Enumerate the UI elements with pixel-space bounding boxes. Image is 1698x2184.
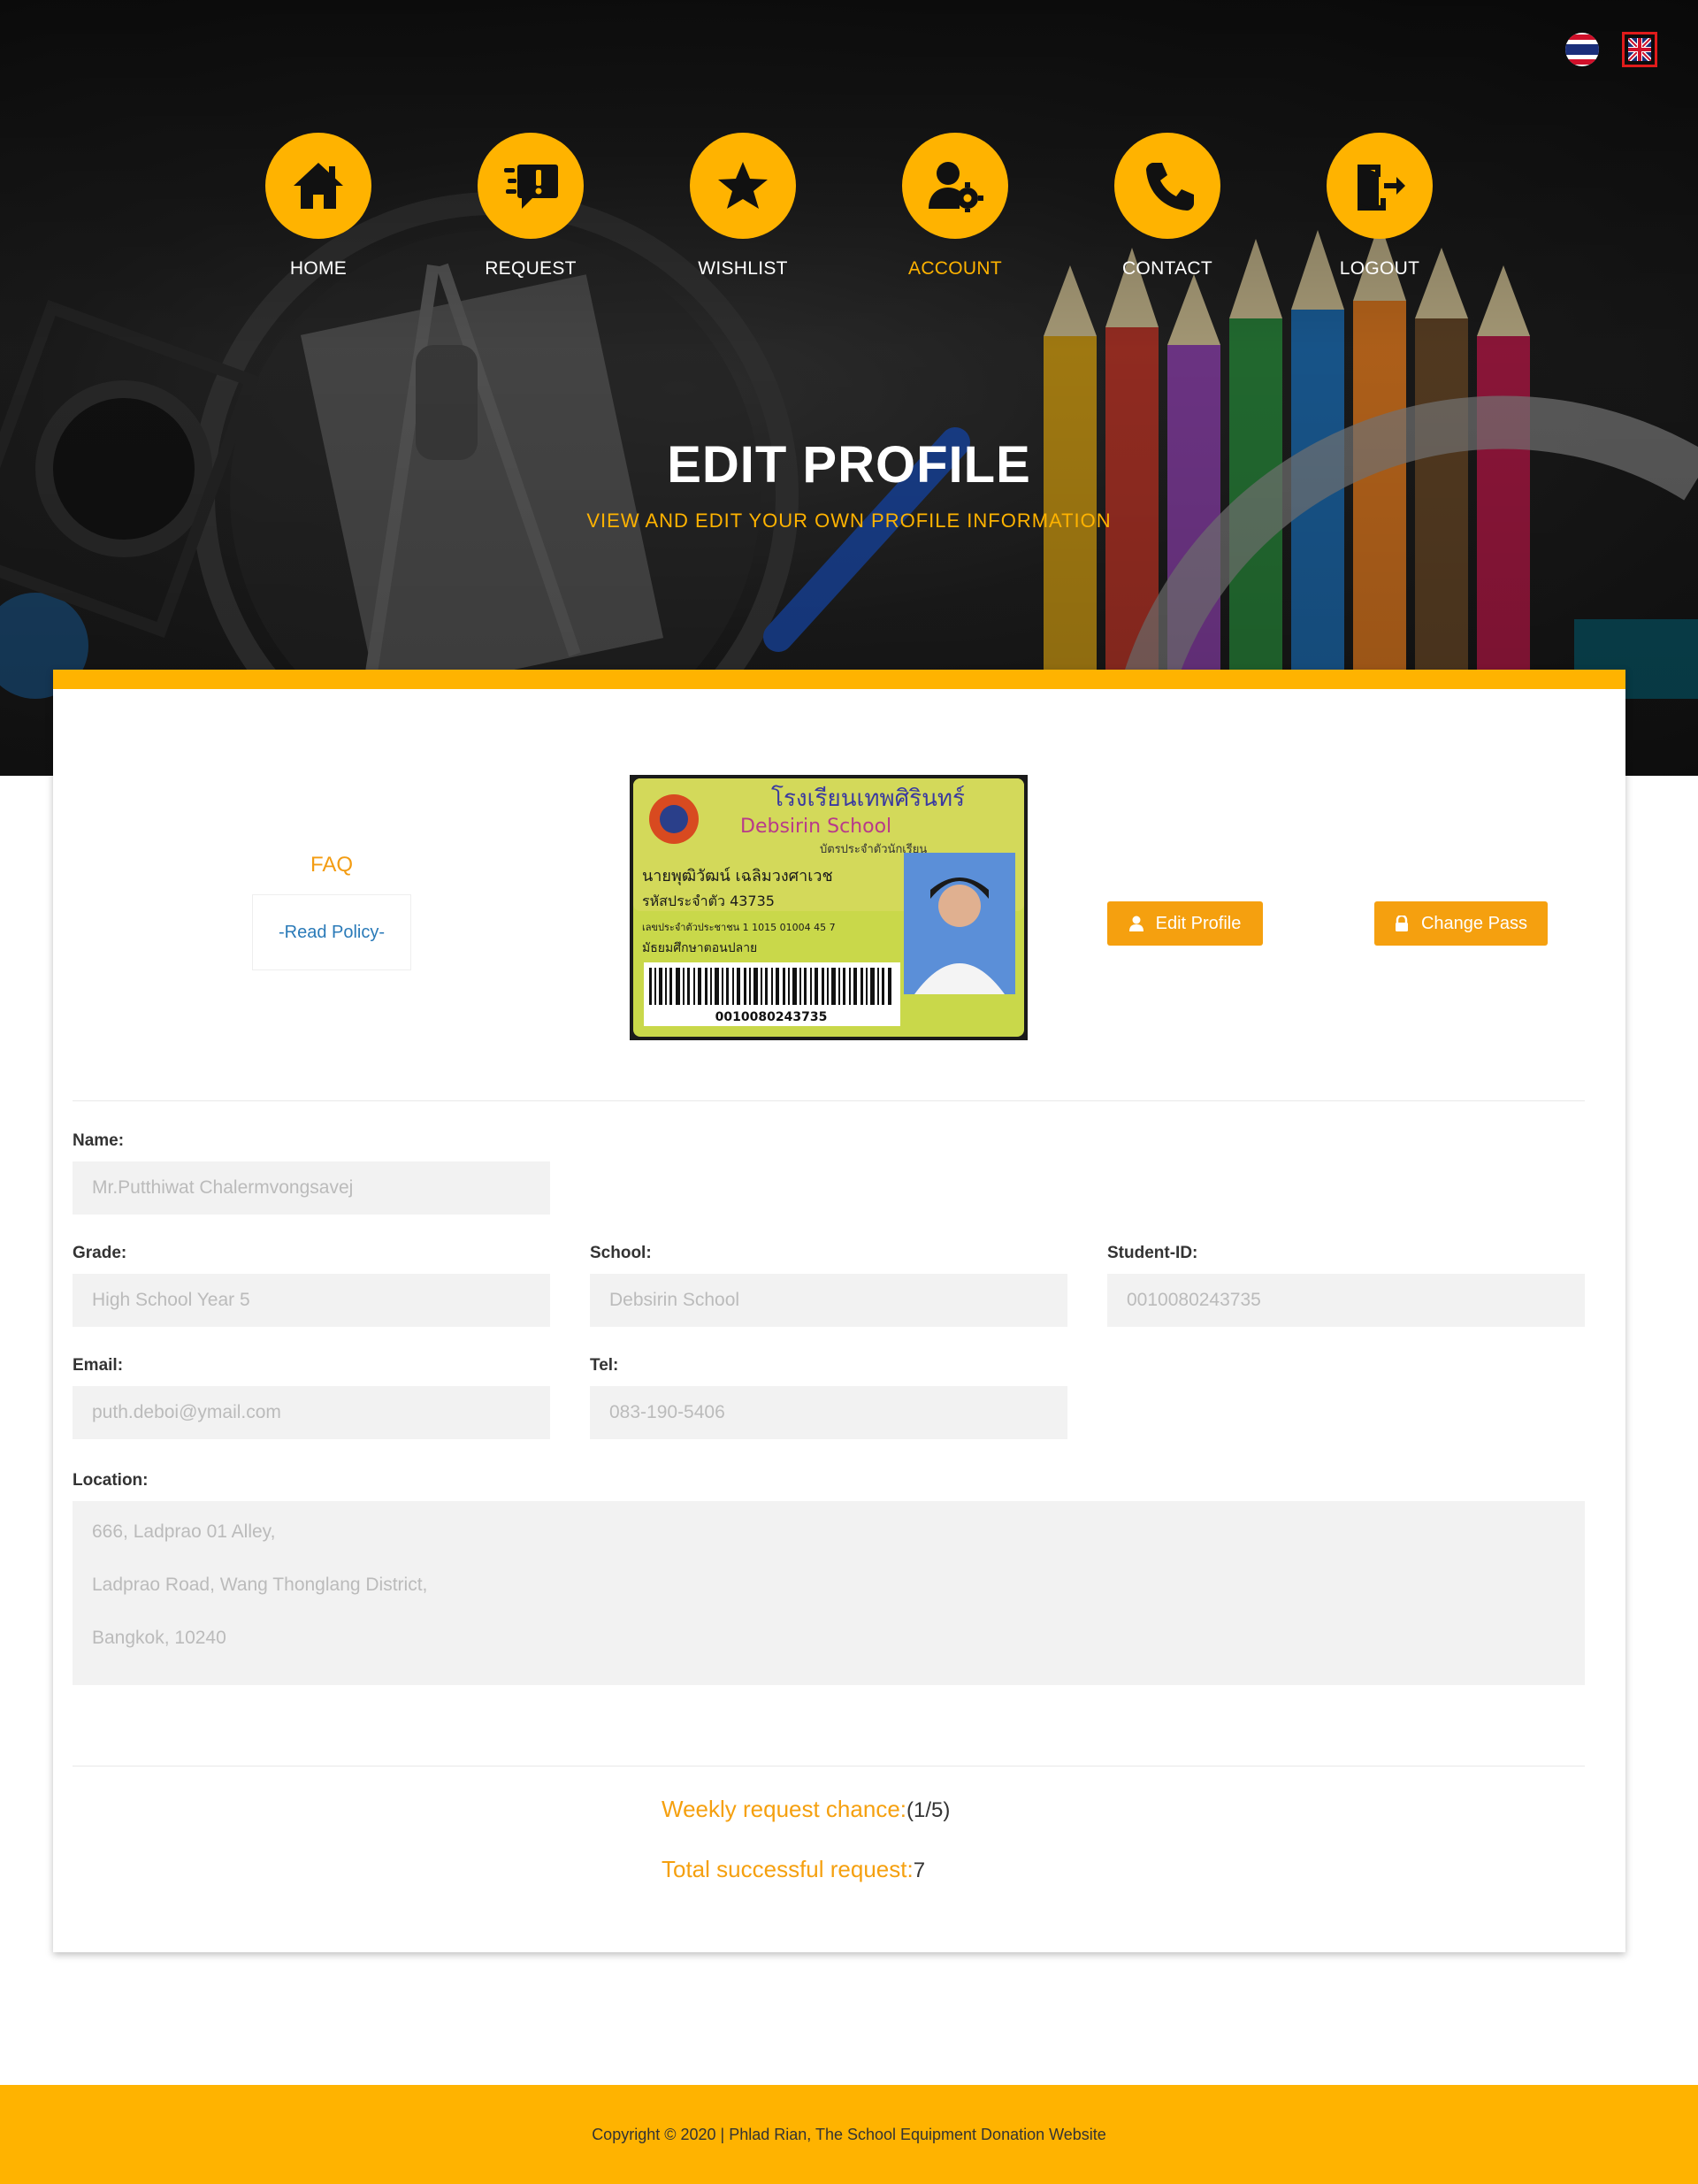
id-card-level: มัธยมศึกษาตอนปลาย [642, 941, 757, 955]
profile-card: FAQ -Read Policy- โรงเรียนเทพศิรินทร์ De… [53, 670, 1625, 1952]
nav-request[interactable]: REQUEST [442, 133, 619, 280]
id-card-national-id: เลขประจำตัวประชาชน 1 1015 01004 45 7 [642, 922, 836, 933]
total-request-label: Total successful request: [662, 1856, 914, 1882]
name-field[interactable]: Mr.Putthiwat Chalermvongsavej [73, 1161, 550, 1215]
thai-flag-icon[interactable] [1565, 33, 1599, 66]
weekly-request-stat: Weekly request chance:(1/5) [662, 1796, 950, 1823]
school-label: School: [590, 1244, 652, 1262]
change-pass-label: Change Pass [1420, 913, 1528, 933]
copyright-text: Copyright © 2020 | Phlad Rian, The Schoo… [592, 2125, 1106, 2143]
nav-home-label: HOME [289, 258, 348, 279]
page-subtitle: VIEW AND EDIT YOUR OWN PROFILE INFORMATI… [586, 510, 1112, 532]
uk-flag-icon[interactable] [1622, 32, 1657, 67]
phone-icon [1146, 163, 1194, 211]
name-label: Name: [73, 1131, 125, 1150]
student-id-label: Student-ID: [1107, 1244, 1198, 1262]
tel-label: Tel: [590, 1356, 619, 1375]
id-card-code: รหัสประจำตัว 43735 [642, 893, 775, 909]
id-card-school-en: Debsirin School [740, 816, 891, 838]
hero-banner: HOME REQUEST WISHLIST ACCOUNT CONTACT LO… [0, 0, 1698, 776]
total-request-value: 7 [913, 1858, 926, 1882]
nav-home[interactable]: HOME [230, 133, 407, 280]
id-card-school-thai: โรงเรียนเทพศิรินทร์ [771, 785, 965, 812]
user-icon [1128, 916, 1143, 931]
location-line-2: Ladprao Road, Wang Thonglang District, [92, 1575, 428, 1595]
weekly-request-label: Weekly request chance: [662, 1796, 906, 1822]
star-icon [718, 162, 768, 209]
logout-door-icon [1358, 165, 1405, 211]
home-icon [294, 163, 343, 209]
request-icon [504, 165, 558, 209]
nav-request-label: REQUEST [485, 258, 577, 279]
nav-account[interactable]: ACCOUNT [867, 133, 1044, 280]
faq-title: FAQ [310, 853, 354, 877]
lock-icon [1395, 916, 1408, 931]
school-field[interactable]: Debsirin School [590, 1274, 1067, 1327]
nav-logout[interactable]: LOGOUT [1291, 133, 1468, 280]
section-divider [73, 1100, 1585, 1101]
footer: Copyright © 2020 | Phlad Rian, The Schoo… [0, 2085, 1698, 2184]
page-title: EDIT PROFILE [667, 436, 1031, 494]
edit-profile-label: Edit Profile [1155, 913, 1242, 933]
nav-account-label: ACCOUNT [908, 258, 1002, 279]
edit-profile-button[interactable]: Edit Profile [1107, 901, 1263, 946]
user-gear-icon [929, 162, 983, 212]
email-field[interactable]: puth.deboi@ymail.com [73, 1386, 550, 1439]
id-card-student-name: นายพุฒิวัฒน์ เฉลิมวงศาเวช [642, 867, 833, 885]
weekly-request-value: (1/5) [906, 1798, 951, 1822]
read-policy-link[interactable]: -Read Policy- [252, 894, 411, 970]
nav-contact[interactable]: CONTACT [1079, 133, 1256, 280]
location-line-3: Bangkok, 10240 [92, 1628, 226, 1648]
email-label: Email: [73, 1356, 124, 1375]
grade-field[interactable]: High School Year 5 [73, 1274, 550, 1327]
nav-logout-label: LOGOUT [1339, 258, 1420, 279]
nav-wishlist-label: WISHLIST [698, 258, 788, 279]
student-id-card-image: โรงเรียนเทพศิรินทร์ Debsirin School บัตร… [630, 775, 1028, 1040]
nav-contact-label: CONTACT [1121, 258, 1213, 279]
change-pass-button[interactable]: Change Pass [1374, 901, 1548, 946]
grade-label: Grade: [73, 1244, 127, 1262]
total-request-stat: Total successful request:7 [662, 1856, 925, 1883]
language-switcher [1565, 32, 1657, 67]
location-label: Location: [73, 1471, 149, 1490]
location-line-1: 666, Ladprao 01 Alley, [92, 1521, 276, 1542]
id-card-barcode-number: 0010080243735 [715, 1010, 828, 1024]
tel-field[interactable]: 083-190-5406 [590, 1386, 1067, 1439]
student-id-field[interactable]: 0010080243735 [1107, 1274, 1585, 1327]
nav-wishlist[interactable]: WISHLIST [654, 133, 831, 280]
location-field[interactable]: 666, Ladprao 01 Alley, Ladprao Road, Wan… [73, 1501, 1585, 1685]
